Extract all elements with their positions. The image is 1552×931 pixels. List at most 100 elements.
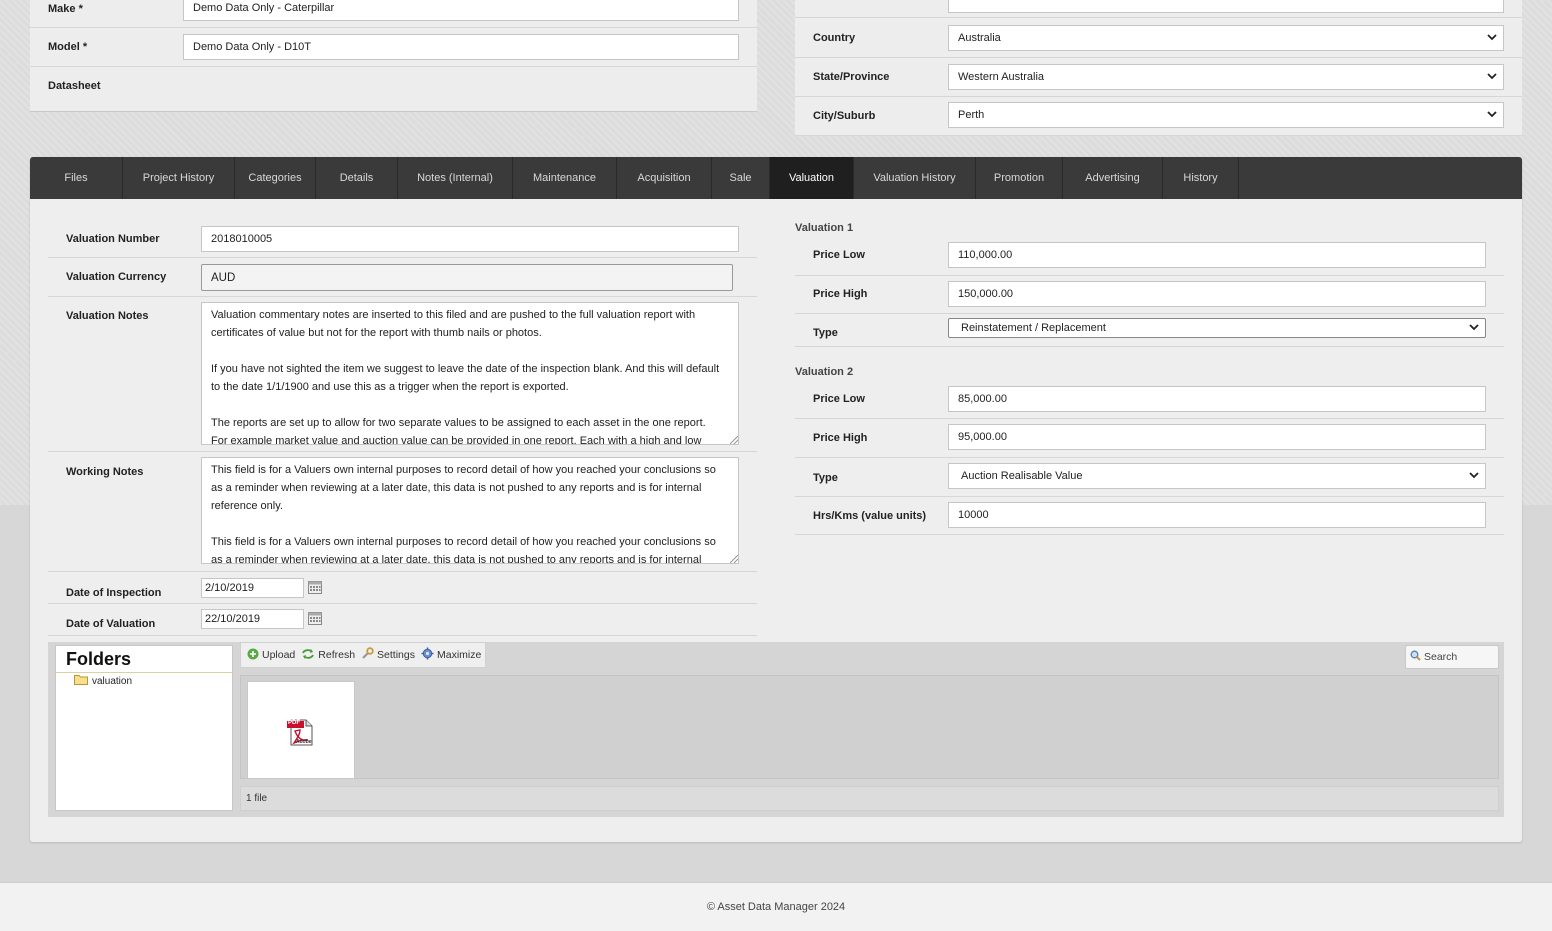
valuation1-type-select[interactable]: Reinstatement / Replacement xyxy=(948,318,1486,338)
valuation2-type-select[interactable]: Auction Realisable Value xyxy=(948,463,1486,489)
asset-identity-panel: Make * Demo Data Only - Caterpillar Mode… xyxy=(30,0,757,112)
tab-notes-internal[interactable]: Notes (Internal) xyxy=(398,157,513,199)
valuation1-title: Valuation 1 xyxy=(795,222,854,234)
valuation-number-input[interactable]: 2018010005 xyxy=(201,226,739,252)
city-select[interactable]: Perth xyxy=(948,102,1504,128)
tab-valuation[interactable]: Valuation xyxy=(770,157,854,199)
refresh-button[interactable]: Refresh xyxy=(301,648,355,663)
resize-grip-icon[interactable] xyxy=(730,436,738,444)
valuation2-title: Valuation 2 xyxy=(795,366,854,378)
upload-icon xyxy=(247,648,259,663)
valuation1-price-high-label: Price High xyxy=(813,288,868,300)
valuation2-units-label: Hrs/Kms (value units) xyxy=(813,510,927,522)
upload-button[interactable]: Upload xyxy=(247,648,295,663)
make-row: Make * Demo Data Only - Caterpillar xyxy=(30,0,757,28)
chevron-down-icon xyxy=(1469,322,1479,332)
valuation1-group: Price Low 110,000.00 Price High 150,000.… xyxy=(795,237,1504,347)
valuation1-type-value: Reinstatement / Replacement xyxy=(961,322,1106,334)
valuation-notes-textarea[interactable]: Valuation commentary notes are inserted … xyxy=(201,302,739,445)
tab-project-history[interactable]: Project History xyxy=(123,157,235,199)
copyright-text: © Asset Data Manager 2024 xyxy=(706,901,846,913)
location-row-partial xyxy=(795,0,1522,18)
tab-acquisition[interactable]: Acquisition xyxy=(617,157,712,199)
folders-title: Folders xyxy=(66,649,132,669)
valuation1-price-low-label: Price Low xyxy=(813,249,865,261)
file-list-area: PDF Adobe xyxy=(240,675,1499,779)
tab-categories[interactable]: Categories xyxy=(235,157,316,199)
city-label: City/Suburb xyxy=(813,110,876,122)
tab-valuation-history[interactable]: Valuation History xyxy=(854,157,976,199)
valuation1-price-high-input[interactable]: 150,000.00 xyxy=(948,281,1486,307)
valuation2-price-low-label: Price Low xyxy=(813,393,865,405)
valuation2-type-value: Auction Realisable Value xyxy=(961,470,1083,482)
make-input[interactable]: Demo Data Only - Caterpillar xyxy=(183,0,739,21)
state-label: State/Province xyxy=(813,71,890,83)
valuation-notes-row: Valuation Notes Valuation commentary not… xyxy=(48,297,757,452)
location-panel: Country Australia State/Province Western… xyxy=(795,0,1522,136)
city-select-value: Perth xyxy=(958,109,985,121)
valuation2-units-row: Hrs/Kms (value units) 10000 xyxy=(795,497,1504,535)
valuation-date-row: Date of Valuation 22/10/2019 xyxy=(48,604,757,636)
tab-maintenance[interactable]: Maintenance xyxy=(513,157,617,199)
upload-label: Upload xyxy=(262,649,296,661)
state-row: State/Province Western Australia xyxy=(795,58,1522,97)
tab-history[interactable]: History xyxy=(1163,157,1239,199)
inspection-date-input[interactable]: 2/10/2019 xyxy=(201,578,304,598)
settings-label: Settings xyxy=(377,649,415,661)
valuation2-price-high-input[interactable]: 95,000.00 xyxy=(948,424,1486,450)
location-input-partial[interactable] xyxy=(948,0,1504,13)
chevron-down-icon xyxy=(1487,32,1497,42)
datasheet-row: Datasheet xyxy=(30,67,757,112)
chevron-down-icon xyxy=(1487,71,1497,81)
folder-item-valuation[interactable]: valuation xyxy=(74,674,132,688)
tab-advertising[interactable]: Advertising xyxy=(1063,157,1163,199)
valuation2-price-high-label: Price High xyxy=(813,432,868,444)
valuation-currency-select[interactable]: AUD xyxy=(201,264,733,291)
tab-sale[interactable]: Sale xyxy=(712,157,770,199)
maximize-button[interactable]: Maximize xyxy=(421,647,481,663)
state-select-value: Western Australia xyxy=(958,71,1045,83)
country-select[interactable]: Australia xyxy=(948,25,1504,51)
pdf-badge-label: PDF xyxy=(288,720,300,726)
gear-icon xyxy=(421,647,434,663)
valuation2-price-low-input[interactable]: 85,000.00 xyxy=(948,386,1486,412)
model-label: Model * xyxy=(48,41,88,53)
tab-promotion[interactable]: Promotion xyxy=(976,157,1063,199)
model-input[interactable]: Demo Data Only - D10T xyxy=(183,34,739,60)
valuation-date-input[interactable]: 22/10/2019 xyxy=(201,609,304,629)
country-label: Country xyxy=(813,32,856,44)
valuation2-type-row: Type Auction Realisable Value xyxy=(795,458,1504,497)
file-tile[interactable]: PDF Adobe xyxy=(247,681,355,779)
calendar-icon[interactable] xyxy=(308,581,322,597)
resize-grip-icon[interactable] xyxy=(730,555,738,563)
valuation1-price-low-input[interactable]: 110,000.00 xyxy=(948,242,1486,268)
file-count: 1 file xyxy=(246,793,268,804)
footer: © Asset Data Manager 2024 xyxy=(0,882,1552,931)
city-row: City/Suburb Perth xyxy=(795,97,1522,136)
valuation-notes-label: Valuation Notes xyxy=(66,310,149,322)
wrench-icon xyxy=(361,647,374,663)
working-notes-row: Working Notes This field is for a Valuer… xyxy=(48,452,757,572)
tab-bar: Files Project History Categories Details… xyxy=(30,157,1522,199)
make-label: Make * xyxy=(48,3,83,15)
state-select[interactable]: Western Australia xyxy=(948,64,1504,90)
country-row: Country Australia xyxy=(795,18,1522,58)
maximize-label: Maximize xyxy=(437,649,482,661)
folders-divider xyxy=(56,672,232,673)
working-notes-label: Working Notes xyxy=(66,466,144,478)
search-icon xyxy=(1410,650,1421,664)
valuation2-type-label: Type xyxy=(813,472,838,484)
tab-details[interactable]: Details xyxy=(316,157,398,199)
file-search-input[interactable]: Search xyxy=(1405,645,1499,669)
tab-files[interactable]: Files xyxy=(30,157,123,199)
datasheet-label: Datasheet xyxy=(48,80,101,92)
working-notes-textarea[interactable]: This field is for a Valuers own internal… xyxy=(201,457,739,564)
calendar-icon[interactable] xyxy=(308,612,322,628)
folder-name: valuation xyxy=(92,675,133,687)
valuation2-units-input[interactable]: 10000 xyxy=(948,502,1486,528)
valuation-currency-label: Valuation Currency xyxy=(66,271,167,283)
chevron-down-icon xyxy=(1487,109,1497,119)
valuation-currency-row: Valuation Currency AUD xyxy=(48,258,757,297)
chevron-down-icon xyxy=(1469,470,1479,480)
settings-button[interactable]: Settings xyxy=(361,647,415,663)
